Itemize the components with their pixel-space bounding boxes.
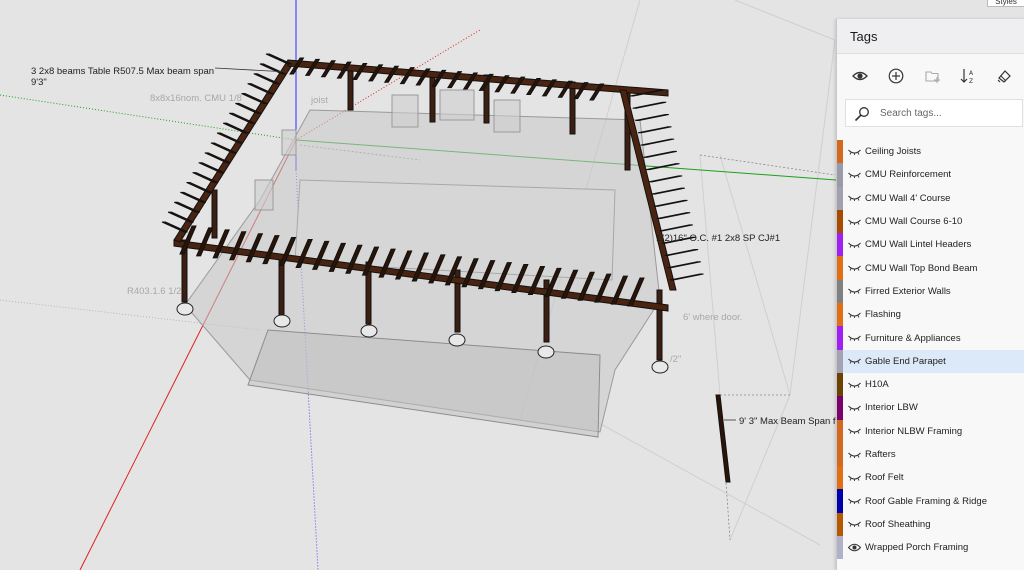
tag-row[interactable]: Firred Exterior Walls bbox=[837, 279, 1024, 304]
eye-closed-icon[interactable] bbox=[843, 256, 865, 279]
eye-closed-icon[interactable] bbox=[843, 326, 865, 349]
sort-icon: AZ bbox=[960, 69, 974, 85]
tag-search-box[interactable] bbox=[845, 99, 1023, 127]
tag-label: Wrapped Porch Framing bbox=[865, 542, 969, 554]
tag-row[interactable]: Ceiling Joists bbox=[837, 140, 1024, 164]
tag-label: Interior LBW bbox=[865, 402, 918, 414]
tag-row[interactable]: Interior LBW bbox=[837, 396, 1024, 420]
add-folder-button[interactable] bbox=[921, 64, 945, 88]
styles-tab[interactable]: Styles bbox=[987, 0, 1024, 7]
eye-closed-icon[interactable] bbox=[843, 280, 865, 303]
tag-label: Rafters bbox=[865, 449, 896, 460]
svg-text:Z: Z bbox=[969, 78, 973, 85]
tag-label: Gable End Parapet bbox=[865, 355, 946, 367]
tag-row[interactable]: Roof Sheathing bbox=[837, 512, 1024, 537]
tag-row[interactable]: Roof Gable Framing & Ridge bbox=[837, 489, 1024, 513]
tag-list: Ceiling Joists CMU Reinforcement CMU Wall … bbox=[837, 140, 1024, 560]
tag-label: Interior NLBW Framing bbox=[865, 425, 963, 437]
annotation-cmu: 8x8x16nom. CMU 1/8 bbox=[150, 93, 242, 104]
annotation-joists-callout: 1(2)16" O.C. #1 2x8 SP CJ#1 bbox=[656, 233, 781, 244]
tags-toolbar: AZ bbox=[837, 64, 1024, 88]
eye-closed-icon[interactable] bbox=[843, 466, 865, 489]
tag-row[interactable]: Wrapped Porch Framing bbox=[837, 536, 1024, 560]
eye-closed-icon[interactable] bbox=[843, 233, 865, 256]
eye-closed-icon[interactable] bbox=[843, 187, 865, 210]
tag-label: CMU Wall Course 6-10 bbox=[865, 216, 963, 228]
annotation-beams: 3 2x8 beams Table R507.5 Max beam span 9… bbox=[31, 66, 214, 88]
tags-panel: Tags AZ Ceiling JoistsCMU ReinforcementC… bbox=[836, 19, 1024, 570]
annotation-door: 6' where door. bbox=[683, 312, 743, 323]
tag-label: Flashing bbox=[865, 309, 901, 321]
visibility-toggle-button[interactable] bbox=[848, 64, 872, 88]
annotation-r403: R403.1.6 1/2 bbox=[127, 286, 182, 297]
tag-row[interactable]: Furniture & Appliances bbox=[837, 326, 1024, 350]
annotation-half: /2" bbox=[670, 354, 682, 365]
sort-button[interactable]: AZ bbox=[956, 64, 980, 88]
tag-row[interactable]: Rafters bbox=[837, 442, 1024, 467]
eye-open-icon[interactable] bbox=[843, 536, 865, 559]
tag-row[interactable]: Flashing bbox=[837, 303, 1024, 327]
tag-label: CMU Wall Lintel Headers bbox=[865, 239, 972, 251]
eye-closed-icon[interactable] bbox=[843, 163, 865, 186]
tag-label: Ceiling Joists bbox=[865, 146, 921, 158]
annotation-max-span: 9' 3" Max Beam Span fo bbox=[739, 416, 841, 427]
eye-closed-icon[interactable] bbox=[843, 443, 865, 466]
tags-panel-title: Tags bbox=[850, 29, 878, 44]
visibility-toggle-icon bbox=[852, 71, 868, 81]
color-by-tag-button[interactable] bbox=[992, 64, 1016, 88]
annotation-joist: joist bbox=[311, 95, 328, 106]
tag-row[interactable]: CMU Reinforcement bbox=[837, 163, 1024, 187]
tag-row[interactable]: CMU Wall Course 6-10 bbox=[837, 209, 1024, 234]
tag-label: CMU Reinforcement bbox=[865, 169, 952, 181]
search-icon bbox=[854, 107, 869, 122]
color-by-tag-icon bbox=[997, 70, 1011, 83]
eye-closed-icon[interactable] bbox=[843, 350, 865, 373]
add-tag-icon bbox=[888, 68, 904, 84]
tag-label: Roof Felt bbox=[865, 472, 904, 484]
tag-label: Roof Sheathing bbox=[865, 518, 931, 530]
tag-search-input[interactable] bbox=[880, 105, 1020, 121]
eye-closed-icon[interactable] bbox=[843, 420, 865, 443]
tag-row[interactable]: CMU Wall Lintel Headers bbox=[837, 233, 1024, 257]
tag-label: Furniture & Appliances bbox=[865, 332, 961, 344]
tag-label: H10A bbox=[865, 379, 889, 391]
tag-row[interactable]: Gable End Parapet bbox=[837, 349, 1024, 373]
tag-row[interactable]: Interior NLBW Framing bbox=[837, 419, 1024, 443]
tag-row[interactable]: CMU Wall 4' Course bbox=[837, 186, 1024, 210]
tag-row[interactable]: Roof Felt bbox=[837, 466, 1024, 490]
annotation-beams-line1: 3 2x8 beams Table R507.5 Max beam span bbox=[31, 66, 215, 77]
tags-panel-header[interactable]: Tags bbox=[837, 19, 1024, 54]
eye-closed-icon[interactable] bbox=[843, 140, 865, 163]
tag-label: Firred Exterior Walls bbox=[865, 285, 951, 297]
tag-row[interactable]: CMU Wall Top Bond Beam bbox=[837, 256, 1024, 280]
eye-closed-icon[interactable] bbox=[843, 489, 865, 512]
eye-closed-icon[interactable] bbox=[843, 373, 865, 396]
tag-label: Roof Gable Framing & Ridge bbox=[865, 495, 987, 507]
eye-closed-icon[interactable] bbox=[843, 303, 865, 326]
tag-label: CMU Wall 4' Course bbox=[865, 192, 951, 204]
tag-row[interactable]: H10A bbox=[837, 372, 1024, 397]
tag-label: CMU Wall Top Bond Beam bbox=[865, 262, 978, 274]
add-tag-button[interactable] bbox=[884, 64, 908, 88]
add-folder-icon bbox=[925, 71, 940, 83]
eye-closed-icon[interactable] bbox=[843, 513, 865, 536]
eye-closed-icon[interactable] bbox=[843, 396, 865, 419]
svg-text:A: A bbox=[969, 70, 974, 77]
annotation-beams-line2: 9'3" bbox=[31, 77, 47, 88]
eye-closed-icon[interactable] bbox=[843, 210, 865, 233]
